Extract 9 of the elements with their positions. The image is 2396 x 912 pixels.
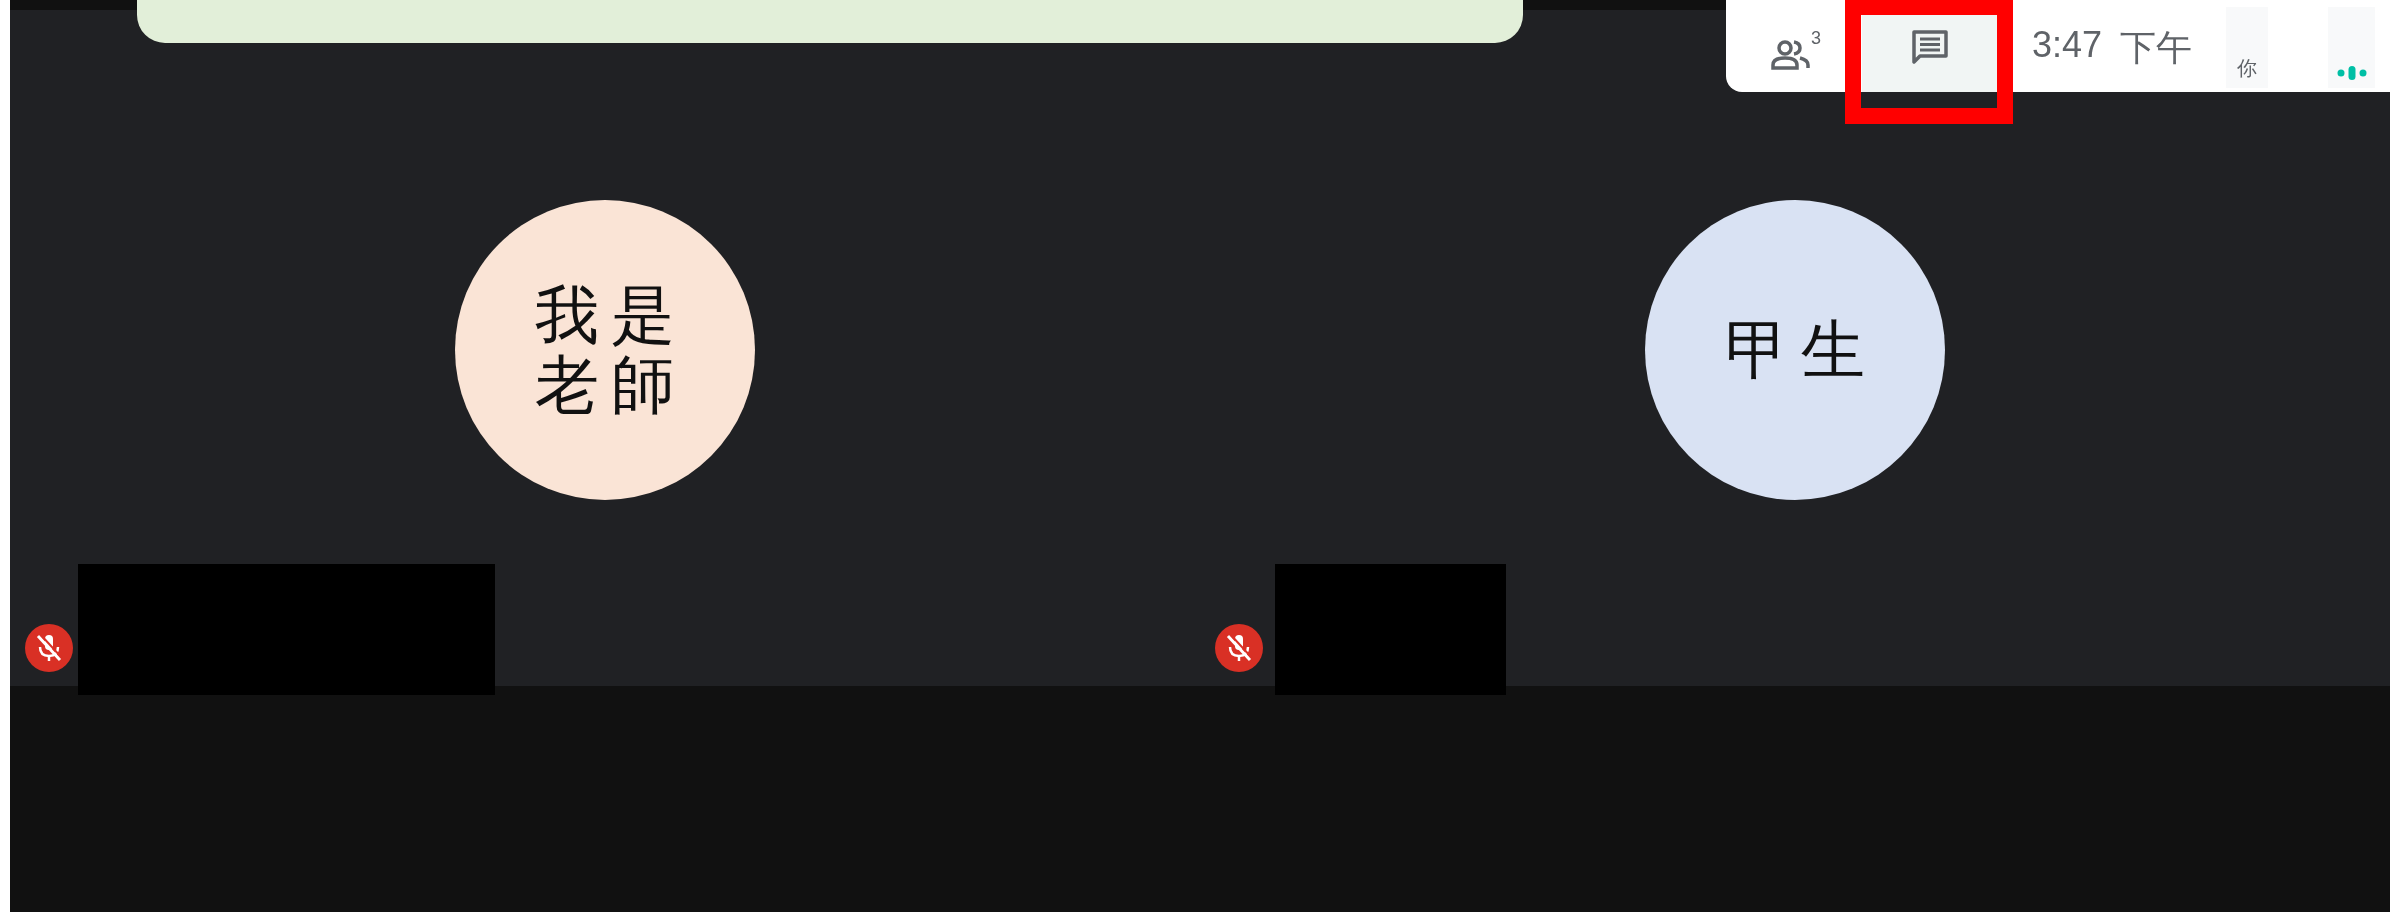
clock-period: 下午 xyxy=(2120,26,2193,70)
avatar-name: 甲生 xyxy=(1723,314,1880,386)
people-icon xyxy=(1771,38,1811,70)
avatar-name: 我是老師 xyxy=(533,279,690,421)
clock-time: 3:47 xyxy=(2032,24,2103,66)
people-button[interactable]: 3 xyxy=(1771,28,1831,70)
self-label: 你 xyxy=(2237,55,2258,82)
chat-button[interactable] xyxy=(1862,15,1997,92)
audio-level-icon xyxy=(2336,66,2367,80)
